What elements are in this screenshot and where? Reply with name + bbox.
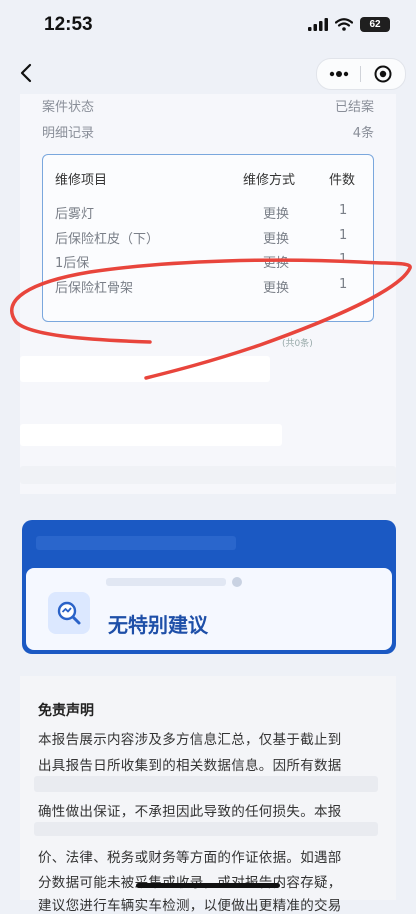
- disclaimer-section: 免责声明 本报告展示内容涉及多方信息汇总，仅基于截止到 出具报告日所收集到的相关…: [20, 676, 396, 914]
- count-note: (共0条): [282, 339, 313, 349]
- disclaimer-line: 本报告展示内容涉及多方信息汇总，仅基于截止到: [38, 732, 342, 748]
- row-item: 后雾灯: [55, 207, 95, 222]
- header-item: 维修项目: [55, 173, 108, 188]
- row-method: 更换: [263, 256, 290, 271]
- row-item: 后保险杠骨架: [55, 281, 134, 296]
- row-method: 更换: [263, 207, 290, 222]
- nav-bar: [0, 54, 416, 94]
- disclaimer-line: 建议您进行车辆实车检测，以便做出更精准的交易: [38, 898, 342, 914]
- header-count: 件数: [329, 173, 356, 188]
- records-value: 4条: [352, 126, 374, 141]
- close-target-icon[interactable]: [361, 59, 404, 89]
- redacted-line: [36, 536, 236, 550]
- more-icon[interactable]: [317, 59, 360, 89]
- redacted-line: [34, 776, 378, 792]
- battery-icon: 62: [360, 17, 390, 32]
- signal-icon: [308, 18, 328, 31]
- report-search-icon: [48, 592, 90, 634]
- disclaimer-line: 分数据可能未被采集或收录，或对报告内容存疑，: [38, 871, 342, 891]
- home-indicator: [136, 883, 280, 888]
- row-method: 更换: [263, 281, 290, 296]
- status-time: 12:53: [44, 14, 93, 35]
- redacted-line: [34, 822, 378, 836]
- wifi-icon: [335, 18, 353, 31]
- case-status-row: 案件状态 已结案: [42, 96, 374, 115]
- disclaimer-line: 价、法律、税务或财务等方面的作证依据。如遇部: [38, 850, 342, 866]
- row-count: 1: [339, 277, 348, 292]
- advice-inner: 无特别建议: [26, 568, 392, 650]
- row-count: 1: [339, 203, 348, 218]
- disclaimer-line: 确性做出保证，不承担因此导致的任何损失。本报: [38, 804, 342, 820]
- advice-card: 无特别建议: [22, 520, 396, 654]
- header-method: 维修方式: [243, 173, 296, 188]
- redacted-line: [20, 466, 396, 484]
- status-bar: 12:53 62: [0, 0, 416, 50]
- back-icon[interactable]: [14, 58, 38, 88]
- redacted-line: [20, 356, 270, 382]
- records-row: 明细记录 4条: [42, 122, 374, 141]
- records-label: 明细记录: [42, 126, 95, 141]
- row-method: 更换: [263, 232, 290, 247]
- redacted-line: [106, 578, 226, 586]
- disclaimer-line: 出具报告日所收集到的相关数据信息。因所有数据: [38, 758, 342, 774]
- row-item: 后保险杠皮（下）: [55, 232, 160, 247]
- row-count: 1: [339, 228, 348, 243]
- repair-table: 维修项目 维修方式 件数 后雾灯 更换 1 后保险杠皮（下） 更换 1 1后保 …: [42, 154, 374, 322]
- disclaimer-title: 免责声明: [38, 703, 94, 719]
- advice-text: 无特别建议: [108, 613, 208, 637]
- mini-program-capsule: [316, 58, 406, 90]
- row-count: 1: [339, 252, 348, 267]
- case-status-label: 案件状态: [42, 100, 95, 115]
- redacted-line: [20, 424, 282, 446]
- row-item: 1后保: [55, 256, 90, 271]
- status-icons: 62: [308, 17, 390, 32]
- case-card: 案件状态 已结案 明细记录 4条 维修项目 维修方式 件数 后雾灯 更换 1 后…: [20, 94, 396, 494]
- case-status-value: 已结案: [334, 100, 374, 115]
- info-dot: [232, 577, 242, 587]
